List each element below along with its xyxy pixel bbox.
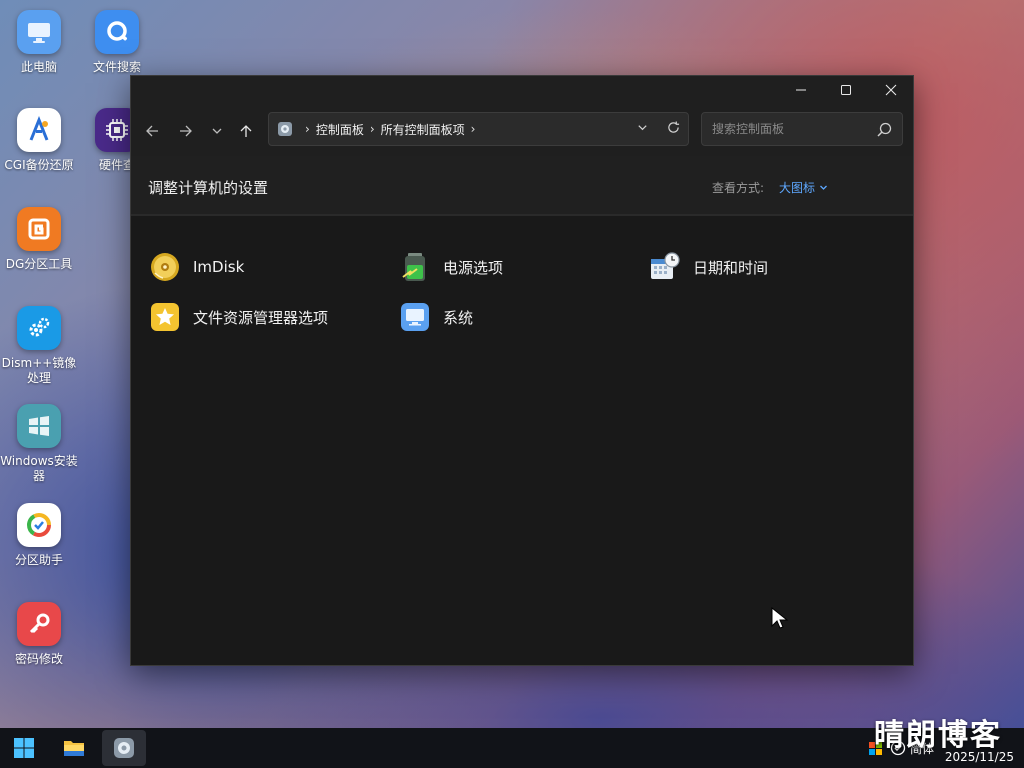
cgi-icon [17, 108, 61, 152]
cp-item-label: 系统 [443, 308, 474, 327]
title-bar[interactable] [131, 76, 913, 104]
arrow-left-icon [146, 125, 158, 137]
desktop-icon-label: 密码修改 [14, 652, 63, 666]
search-input[interactable] [712, 122, 862, 136]
cp-item-system[interactable]: 系统 [399, 300, 473, 334]
cp-item-imdisk[interactable]: ImDisk [149, 250, 244, 284]
desktop-icon-label: 分区助手 [14, 553, 63, 567]
breadcrumb-all-items[interactable]: 所有控制面板项 [381, 121, 465, 138]
forward-button[interactable] [173, 118, 199, 144]
taskbar-file-explorer[interactable] [52, 730, 96, 766]
minimize-icon [796, 89, 806, 91]
desktop-icon-dism[interactable]: Dism++镜像处理 [0, 306, 78, 386]
taskbar: 简体 2025/11/25 [0, 728, 1024, 768]
desktop-icon-this-pc[interactable]: 此电脑 [0, 10, 78, 75]
address-bar[interactable]: › 控制面板 › 所有控制面板项 › [268, 112, 689, 146]
search-app-icon [95, 10, 139, 54]
desktop-icon-label: Windows安装器 [0, 454, 78, 483]
chevron-down-icon [638, 125, 647, 131]
maximize-button[interactable] [823, 76, 869, 104]
calendar-clock-icon [649, 251, 681, 283]
cp-item-label: 文件资源管理器选项 [193, 308, 329, 327]
key-icon [17, 602, 61, 646]
refresh-button[interactable] [667, 121, 680, 137]
control-panel-window: › 控制面板 › 所有控制面板项 › 调整计算机的设置 查看方式: [130, 75, 914, 666]
folder-icon [64, 741, 84, 756]
chevron-down-icon [820, 185, 827, 190]
view-by-label: 查看方式: [712, 181, 765, 195]
watermark-text: 晴朗博客 [874, 718, 1002, 753]
control-panel-icon [114, 738, 134, 758]
desktop-icon-label: CGI备份还原 [4, 158, 74, 172]
minimize-button[interactable] [778, 76, 824, 104]
address-history-button[interactable] [636, 121, 649, 137]
desktop-icon-cgi[interactable]: CGI备份还原 [0, 108, 78, 173]
windows-icon [17, 404, 61, 448]
cp-item-label: 电源选项 [443, 258, 504, 277]
arrow-right-icon [180, 125, 192, 137]
breadcrumb-separator: › [470, 122, 476, 136]
control-panel-icon [278, 122, 292, 136]
view-by-dropdown[interactable]: 大图标 [779, 179, 828, 196]
desktop-icon-file-search[interactable]: 文件搜索 [78, 10, 156, 75]
breadcrumb-separator: › [305, 122, 310, 136]
mouse-cursor-icon [771, 607, 789, 629]
desktop-icon-label: 此电脑 [20, 60, 57, 74]
folder-options-icon [149, 301, 181, 333]
desktop-icon-label: DG分区工具 [5, 257, 73, 271]
cp-item-label: ImDisk [193, 258, 245, 276]
close-icon [885, 84, 897, 96]
content-header: 调整计算机的设置 查看方式: 大图标 [131, 156, 913, 216]
maximize-icon [841, 85, 851, 95]
start-button[interactable] [2, 730, 46, 766]
arrow-up-icon [240, 125, 252, 137]
gears-icon [17, 306, 61, 350]
view-by-value: 大图标 [779, 181, 816, 195]
windows-start-icon [14, 738, 34, 758]
desktop-icon-label: Dism++镜像处理 [1, 356, 77, 385]
monitor-icon [17, 10, 61, 54]
partition-icon [17, 503, 61, 547]
cp-item-file-explorer-options[interactable]: 文件资源管理器选项 [149, 300, 328, 334]
desktop-icon-dg[interactable]: DG分区工具 [0, 207, 78, 272]
refresh-icon [668, 121, 680, 133]
breadcrumb-separator: › [369, 122, 375, 136]
cp-item-date-time[interactable]: 日期和时间 [649, 250, 768, 284]
back-button[interactable] [139, 118, 165, 144]
cp-item-label: 日期和时间 [693, 258, 769, 277]
desktop-icon-windows-installer[interactable]: Windows安装器 [0, 404, 78, 484]
imdisk-icon [149, 251, 181, 283]
cp-item-power-options[interactable]: 电源选项 [399, 250, 503, 284]
chevron-down-icon [212, 128, 222, 134]
page-title: 调整计算机的设置 [148, 179, 269, 197]
desktop-icon-password[interactable]: 密码修改 [0, 602, 78, 667]
taskbar-control-panel[interactable] [102, 730, 146, 766]
dg-icon [17, 207, 61, 251]
desktop-icon-label: 文件搜索 [92, 60, 141, 74]
system-monitor-icon [399, 301, 431, 333]
recent-locations-button[interactable] [204, 118, 230, 144]
breadcrumb-control-panel[interactable]: 控制面板 [316, 121, 364, 138]
up-button[interactable] [233, 118, 259, 144]
battery-icon [399, 251, 431, 283]
search-box[interactable] [701, 112, 903, 146]
close-button[interactable] [868, 76, 914, 104]
desktop-icon-partition-assistant[interactable]: 分区助手 [0, 503, 78, 568]
search-icon[interactable] [877, 122, 892, 141]
navigation-bar: › 控制面板 › 所有控制面板项 › [131, 104, 913, 156]
